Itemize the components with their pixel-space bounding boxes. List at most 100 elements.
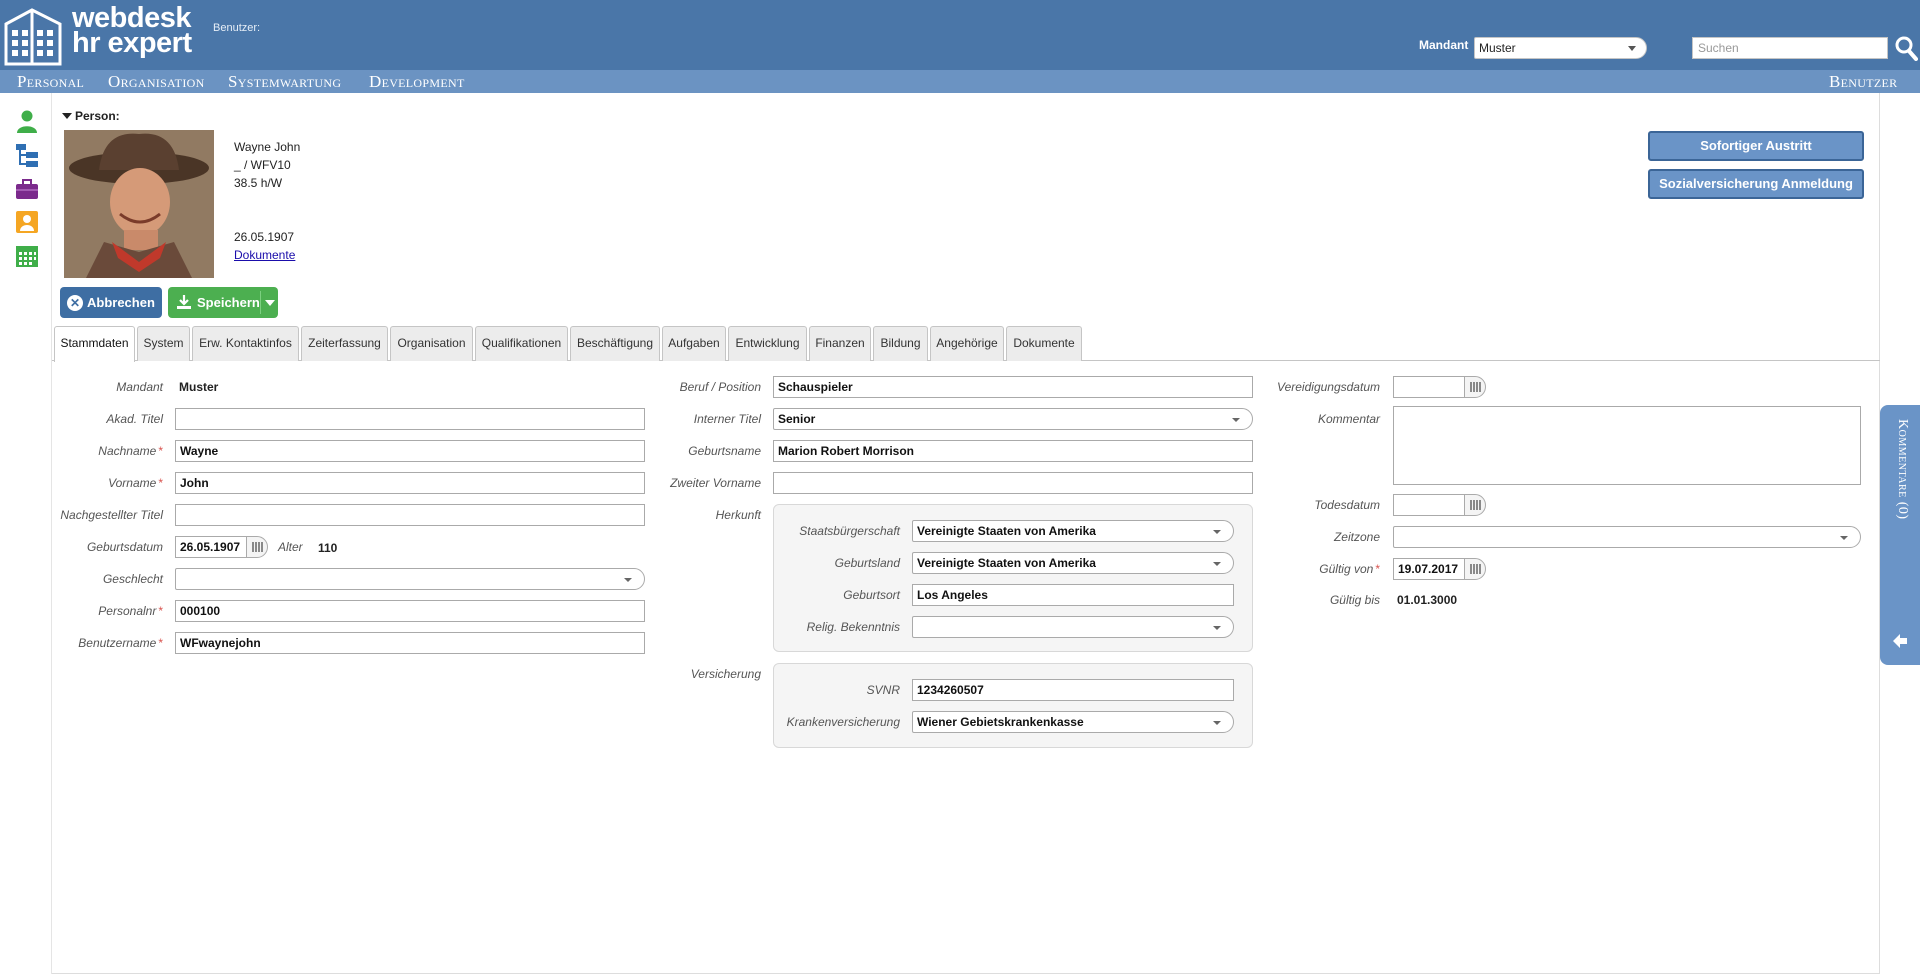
tab-finances[interactable]: Finanzen [809, 326, 871, 361]
person-section-label: Person: [75, 109, 120, 123]
nav-development[interactable]: Development [369, 72, 465, 92]
mandant-field-value: Muster [179, 380, 219, 394]
contact-card-icon[interactable] [14, 209, 40, 235]
origin-label: Herkunft [715, 508, 761, 522]
org-tree-icon[interactable] [14, 142, 40, 168]
firstname-field[interactable]: John [175, 472, 645, 494]
tab-system[interactable]: System [137, 326, 190, 361]
social-insurance-registration-button[interactable]: Sozialversicherung Anmeldung [1648, 169, 1864, 199]
chevron-down-icon[interactable] [265, 300, 275, 306]
personnel-number-field[interactable]: 000100 [175, 600, 645, 622]
calendar-grid [1470, 382, 1481, 392]
birthdate-field[interactable]: 26.05.1907 [175, 536, 247, 558]
health-insurance-label: Krankenversicherung [786, 715, 900, 729]
username-field[interactable]: WFwaynejohn [175, 632, 645, 654]
suffix-title-field[interactable] [175, 504, 645, 526]
birth-country-value: Vereinigte Staaten von Amerika [917, 556, 1096, 570]
tab-qualifications[interactable]: Qualifikationen [475, 326, 568, 361]
gender-label: Geschlecht [102, 572, 163, 586]
nav-personal[interactable]: Personal [17, 72, 84, 92]
birthname-field[interactable]: Marion Robert Morrison [773, 440, 1253, 462]
tab-organisation[interactable]: Organisation [390, 326, 473, 361]
chevron-down-icon [1213, 721, 1221, 725]
oath-date-label: Vereidigungsdatum [1277, 380, 1380, 394]
second-name-field[interactable] [773, 472, 1253, 494]
comment-textarea[interactable] [1393, 406, 1861, 485]
birthplace-field[interactable]: Los Angeles [912, 584, 1234, 606]
lastname-field[interactable]: Wayne [175, 440, 645, 462]
tab-time-tracking[interactable]: Zeiterfassung [301, 326, 388, 361]
chevron-down-icon [1213, 530, 1221, 534]
brand-name: webdesk hr expert [72, 4, 192, 59]
chevron-down-icon [1840, 536, 1848, 540]
building-logo-icon [4, 8, 62, 66]
person-birthdate: 26.05.1907 [234, 230, 295, 244]
download-icon [177, 295, 191, 309]
personnel-number-label: Personalnr [52, 604, 163, 618]
gender-select[interactable] [175, 568, 645, 590]
internal-title-label: Interner Titel [693, 412, 761, 426]
svnr-field[interactable]: 1234260507 [912, 679, 1234, 701]
firstname-label: Vorname [52, 476, 163, 490]
documents-link[interactable]: Dokumente [234, 248, 295, 262]
timezone-select[interactable] [1393, 526, 1861, 548]
oath-date-field[interactable] [1393, 376, 1465, 398]
comments-side-tab[interactable]: Kommentare (0) [1880, 405, 1920, 665]
immediate-exit-button[interactable]: Sofortiger Austritt [1648, 131, 1864, 161]
portrait-image [64, 130, 214, 278]
briefcase-icon[interactable] [14, 176, 40, 202]
tab-development[interactable]: Entwicklung [728, 326, 807, 361]
close-icon: ✕ [67, 295, 83, 311]
internal-title-select[interactable]: Senior [773, 408, 1253, 430]
nav-user-menu[interactable]: Benutzer [1829, 72, 1897, 92]
cancel-button-label: Abbrechen [87, 295, 155, 310]
death-date-label: Todesdatum [1314, 498, 1380, 512]
calendar-grid [1470, 500, 1481, 510]
person-icon[interactable] [14, 108, 40, 134]
nav-organisation[interactable]: Organisation [108, 72, 205, 92]
academic-title-field[interactable] [175, 408, 645, 430]
chevron-down-icon [1213, 626, 1221, 630]
username-label: Benutzername [52, 636, 163, 650]
health-insurance-select[interactable]: Wiener Gebietskrankenkasse [912, 711, 1234, 733]
birth-country-label: Geburtsland [834, 556, 900, 570]
calendar-icon[interactable] [14, 243, 40, 269]
arrow-left-icon[interactable] [1891, 632, 1909, 650]
tab-education[interactable]: Bildung [873, 326, 928, 361]
religion-label: Relig. Bekenntnis [806, 620, 900, 634]
cancel-button[interactable]: ✕ Abbrechen [60, 287, 162, 318]
save-button-separator [260, 291, 261, 314]
tab-relatives[interactable]: Angehörige [930, 326, 1004, 361]
search-input[interactable] [1692, 37, 1888, 59]
health-insurance-value: Wiener Gebietskrankenkasse [917, 715, 1084, 729]
tab-documents[interactable]: Dokumente [1006, 326, 1082, 361]
tab-tasks[interactable]: Aufgaben [662, 326, 726, 361]
job-position-field[interactable]: Schauspieler [773, 376, 1253, 398]
death-date-field[interactable] [1393, 494, 1465, 516]
religion-select[interactable] [912, 616, 1234, 638]
birth-country-select[interactable]: Vereinigte Staaten von Amerika [912, 552, 1234, 574]
calendar-picker-icon[interactable] [1464, 558, 1486, 580]
age-value: 110 [318, 541, 338, 555]
calendar-picker-icon[interactable] [1464, 494, 1486, 516]
search-icon[interactable] [1894, 35, 1918, 61]
user-label: Benutzer: [213, 22, 261, 34]
calendar-picker-icon[interactable] [1464, 376, 1486, 398]
person-name: Wayne John [234, 140, 301, 154]
left-icon-rail [0, 93, 52, 974]
person-section-toggle[interactable]: Person: [62, 109, 120, 123]
citizenship-select[interactable]: Vereinigte Staaten von Amerika [912, 520, 1234, 542]
main-nav: Personal Organisation Systemwartung Deve… [0, 70, 1920, 93]
internal-title-value: Senior [778, 412, 816, 426]
nav-systemwartung[interactable]: Systemwartung [228, 72, 341, 92]
brand-line-2: hr expert [72, 27, 192, 59]
tab-stammdaten[interactable]: Stammdaten [54, 326, 135, 362]
chevron-down-icon [1213, 562, 1221, 566]
mandant-select[interactable]: Muster [1474, 37, 1647, 59]
save-button[interactable]: Speichern [168, 287, 278, 318]
calendar-picker-icon[interactable] [246, 536, 268, 558]
tab-contact-info[interactable]: Erw. Kontaktinfos [192, 326, 299, 361]
valid-from-field[interactable]: 19.07.2017 [1393, 558, 1465, 580]
tab-employment[interactable]: Beschäftigung [570, 326, 660, 361]
job-position-label: Beruf / Position [679, 380, 761, 394]
